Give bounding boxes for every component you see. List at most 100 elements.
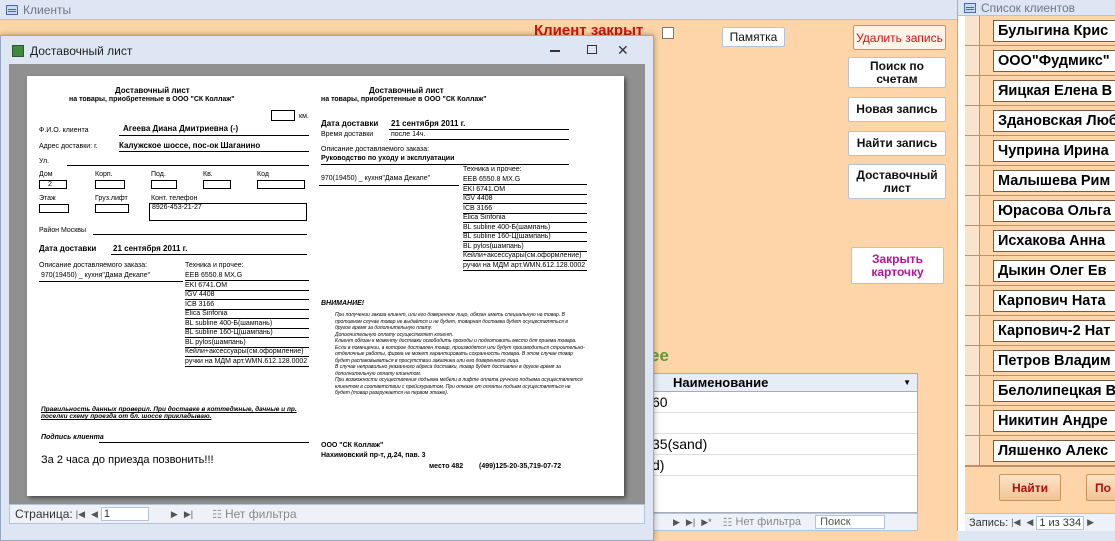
row-selector[interactable] bbox=[965, 196, 980, 225]
row-selector[interactable] bbox=[965, 76, 980, 105]
new-record-button[interactable]: Новая запись bbox=[848, 97, 946, 122]
row-selector[interactable] bbox=[965, 46, 980, 75]
filter-icon[interactable]: ☷ bbox=[212, 508, 222, 521]
client-name[interactable]: Булыгина Крис bbox=[993, 20, 1115, 42]
table-row[interactable]: d) bbox=[649, 455, 917, 476]
next-page-icon[interactable]: ▶ bbox=[171, 509, 178, 520]
client-list-row[interactable]: Яицкая Елена В bbox=[965, 76, 1115, 106]
client-name[interactable]: Белолипецкая В bbox=[993, 380, 1115, 402]
record-position[interactable]: 1 из 334 bbox=[1036, 515, 1085, 530]
first-record-icon[interactable]: |◀ bbox=[1011, 517, 1020, 528]
client-list-row[interactable]: Ляшенко Алекс bbox=[965, 436, 1115, 466]
client-name[interactable]: Малышева Рим bbox=[993, 170, 1115, 192]
delivery-sheet-button[interactable]: Доставочный лист bbox=[848, 164, 946, 199]
find-record-button[interactable]: Найти запись bbox=[848, 131, 946, 156]
search-accounts-button[interactable]: Поиск по счетам bbox=[848, 57, 946, 88]
prev-record-icon[interactable]: ◀ bbox=[1026, 517, 1033, 528]
row-selector[interactable] bbox=[965, 436, 980, 465]
row-selector[interactable] bbox=[965, 346, 980, 375]
district-underline bbox=[93, 234, 307, 235]
table-row[interactable]: 35(sand) bbox=[649, 434, 917, 455]
close-card-button[interactable]: Закрыть карточку bbox=[851, 247, 944, 284]
client-list-row[interactable]: Никитин Андре bbox=[965, 406, 1115, 436]
address-label: Адрес доставки: г. bbox=[39, 143, 98, 150]
sort-arrow-icon[interactable]: ▼ bbox=[903, 374, 911, 392]
client-name[interactable]: Здановская Люб bbox=[993, 110, 1115, 132]
client-list-row[interactable]: Исхакова Анна bbox=[965, 226, 1115, 256]
rule-6: При возможности осуществления подъема ме… bbox=[335, 377, 583, 396]
row-selector[interactable] bbox=[965, 316, 980, 345]
row-selector[interactable] bbox=[965, 136, 980, 165]
filter-status[interactable]: Нет фильтра bbox=[736, 516, 802, 528]
client-list-row[interactable]: Карпович Ната bbox=[965, 286, 1115, 316]
row-selector[interactable] bbox=[965, 286, 980, 315]
tech-item: EKI 6741.OM bbox=[185, 281, 228, 289]
report-filter-status[interactable]: Нет фильтра bbox=[225, 507, 297, 521]
first-page-icon[interactable]: |◀ bbox=[76, 509, 85, 520]
tech-item: BL subline 160-Ц(шампань) bbox=[185, 329, 273, 336]
page-number-input[interactable]: 1 bbox=[100, 507, 149, 521]
column-header-label: Наименование bbox=[673, 375, 769, 390]
client-list-row[interactable]: Петров Владим bbox=[965, 346, 1115, 376]
next-record-icon[interactable]: ▶ bbox=[673, 517, 680, 528]
client-name[interactable]: Карпович-2 Нат bbox=[993, 320, 1115, 342]
client-name[interactable]: ООО"Фудмикс" bbox=[993, 50, 1115, 72]
client-list-row[interactable]: Белолипецкая В bbox=[965, 376, 1115, 406]
tech-label: Техника и прочее: bbox=[185, 262, 244, 269]
client-name[interactable]: Петров Владим bbox=[993, 350, 1115, 372]
clients-window-title: Клиенты bbox=[23, 2, 72, 17]
client-name[interactable]: Дыкин Олег Ев bbox=[993, 260, 1115, 282]
date-underline-2 bbox=[389, 129, 569, 130]
client-name[interactable]: Ляшенко Алекс bbox=[993, 440, 1115, 462]
client-name[interactable]: Чуприна Ирина bbox=[993, 140, 1115, 162]
client-list-row[interactable]: ООО"Фудмикс" bbox=[965, 46, 1115, 76]
client-name[interactable]: Никитин Андре bbox=[993, 410, 1115, 432]
lift-label: Груз.лифт bbox=[95, 195, 128, 202]
client-list-row[interactable]: Чуприна Ирина bbox=[965, 136, 1115, 166]
column-header-name[interactable]: Наименование ▼ bbox=[649, 374, 917, 392]
client-list-row[interactable]: Юрасова Ольга bbox=[965, 196, 1115, 226]
row-selector[interactable] bbox=[965, 376, 980, 405]
next-record-icon[interactable]: ▶ bbox=[1087, 517, 1094, 528]
last-record-icon[interactable]: ▶| bbox=[686, 517, 695, 528]
restore-icon[interactable] bbox=[587, 45, 597, 54]
company-place: место 482 bbox=[429, 463, 464, 470]
client-name[interactable]: Яицкая Елена В bbox=[993, 80, 1115, 102]
new-record-icon[interactable]: ▶* bbox=[701, 517, 711, 528]
delete-record-button[interactable]: Удалить запись bbox=[853, 25, 946, 50]
find-client-button[interactable]: Найти bbox=[999, 474, 1061, 501]
code-box bbox=[257, 180, 305, 189]
tech-item: BL subline 160-Ц(шампань) bbox=[463, 233, 551, 240]
row-selector[interactable] bbox=[965, 16, 980, 45]
client-name[interactable]: Юрасова Ольга bbox=[993, 200, 1115, 222]
table-row[interactable]: 60 bbox=[649, 392, 917, 413]
memo-button[interactable]: Памятка bbox=[722, 27, 785, 47]
client-list-row[interactable]: Здановская Люб bbox=[965, 106, 1115, 136]
minimize-icon[interactable] bbox=[550, 50, 560, 52]
row-selector[interactable] bbox=[965, 226, 980, 255]
report-window: Доставочный лист ✕ Доставочный лист на т… bbox=[0, 35, 654, 541]
subform-nav: ▶ ▶| ▶* ☷ Нет фильтра Поиск bbox=[648, 513, 918, 531]
next-client-button[interactable]: По bbox=[1086, 474, 1115, 501]
client-name[interactable]: Исхакова Анна bbox=[993, 230, 1115, 252]
subform-search-input[interactable]: Поиск bbox=[815, 515, 886, 529]
tech-item: EEB 6550.8 MX.G bbox=[185, 272, 243, 279]
client-list-row[interactable]: Дыкин Олег Ев bbox=[965, 256, 1115, 286]
entrance-label: Под. bbox=[151, 171, 166, 178]
row-selector[interactable] bbox=[965, 256, 980, 285]
table-row[interactable] bbox=[649, 413, 917, 434]
client-name[interactable]: Карпович Ната bbox=[993, 290, 1115, 312]
row-selector[interactable] bbox=[965, 166, 980, 195]
row-selector[interactable] bbox=[965, 106, 980, 135]
prev-page-icon[interactable]: ◀ bbox=[91, 509, 98, 520]
tech-item: IGV 4408 bbox=[463, 195, 493, 202]
client-closed-checkbox[interactable] bbox=[662, 27, 674, 39]
filter-icon[interactable]: ☷ bbox=[723, 516, 733, 529]
last-page-icon[interactable]: ▶| bbox=[184, 509, 193, 520]
row-selector[interactable] bbox=[965, 406, 980, 435]
client-list-row[interactable]: Малышева Рим bbox=[965, 166, 1115, 196]
client-list-row[interactable]: Булыгина Крис bbox=[965, 16, 1115, 46]
tech-item: IGV 4408 bbox=[185, 291, 215, 298]
close-icon[interactable]: ✕ bbox=[617, 42, 629, 59]
client-list-row[interactable]: Карпович-2 Нат bbox=[965, 316, 1115, 346]
